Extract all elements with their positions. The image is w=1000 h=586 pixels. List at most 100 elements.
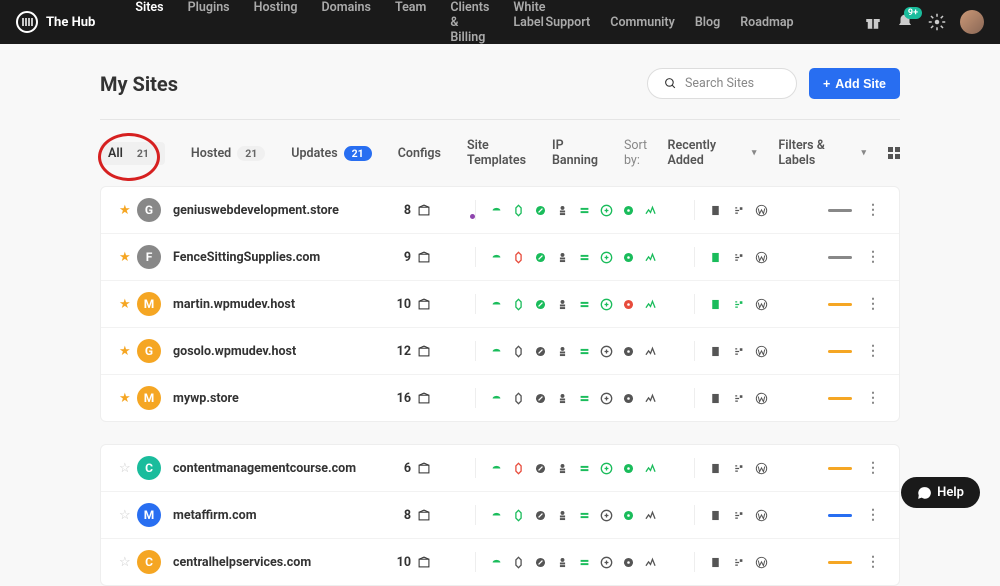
meta-icon bbox=[709, 556, 722, 569]
search-placeholder: Search Sites bbox=[685, 76, 754, 91]
nav-clients-billing[interactable]: Clients & Billing bbox=[450, 0, 489, 45]
plugin-count: 16 bbox=[393, 391, 411, 406]
grid-view-icon[interactable] bbox=[888, 147, 900, 159]
meta-icon bbox=[732, 509, 745, 522]
nav-blog[interactable]: Blog bbox=[695, 15, 720, 30]
divider bbox=[475, 552, 476, 572]
site-name: geniuswebdevelopment.store bbox=[173, 203, 393, 218]
more-icon[interactable]: ⋮ bbox=[866, 460, 881, 476]
brand-logo[interactable]: The Hub bbox=[16, 11, 95, 33]
more-icon[interactable]: ⋮ bbox=[866, 343, 881, 359]
divider bbox=[694, 200, 695, 220]
meta-icons bbox=[709, 251, 779, 264]
service-icons bbox=[490, 392, 680, 405]
service-icons bbox=[490, 556, 680, 569]
divider bbox=[475, 458, 476, 478]
site-row[interactable]: ★Ggeniuswebdevelopment.store8⋮ bbox=[101, 187, 899, 234]
star-icon[interactable]: ★ bbox=[119, 203, 137, 218]
meta-icons bbox=[709, 462, 779, 475]
nav-right: Support Community Blog Roadmap bbox=[546, 15, 844, 30]
service-icon bbox=[534, 509, 547, 522]
service-icon bbox=[490, 556, 503, 569]
service-icon bbox=[556, 251, 569, 264]
tab-configs[interactable]: Configs bbox=[398, 146, 441, 161]
nav-white-label[interactable]: White Label bbox=[513, 0, 545, 45]
service-icon bbox=[512, 298, 525, 311]
gift-icon[interactable] bbox=[864, 13, 882, 31]
service-icon bbox=[644, 345, 657, 358]
more-icon[interactable]: ⋮ bbox=[866, 507, 881, 523]
sort-dropdown[interactable]: Sort by: Recently Added ▾ bbox=[624, 138, 756, 168]
star-icon[interactable]: ★ bbox=[119, 391, 137, 406]
nav-hosting[interactable]: Hosting bbox=[254, 0, 298, 45]
service-icon bbox=[490, 462, 503, 475]
service-icon bbox=[556, 556, 569, 569]
site-name: mywp.store bbox=[173, 391, 393, 406]
nav-roadmap[interactable]: Roadmap bbox=[740, 15, 793, 30]
nav-plugins[interactable]: Plugins bbox=[188, 0, 230, 45]
nav-sites[interactable]: Sites bbox=[135, 0, 163, 45]
service-icon bbox=[534, 298, 547, 311]
site-row[interactable]: ☆Ccentralhelpservices.com10⋮ bbox=[101, 539, 899, 585]
star-icon[interactable]: ★ bbox=[119, 297, 137, 312]
service-icon bbox=[578, 509, 591, 522]
meta-icon bbox=[732, 251, 745, 264]
bell-icon[interactable]: 9+ bbox=[896, 13, 914, 31]
meta-icon bbox=[709, 509, 722, 522]
status-indicator bbox=[828, 303, 852, 306]
tab-hosted[interactable]: Hosted21 bbox=[191, 146, 265, 161]
service-icon bbox=[600, 298, 613, 311]
site-row[interactable]: ★FFenceSittingSupplies.com9⋮ bbox=[101, 234, 899, 281]
divider bbox=[475, 505, 476, 525]
tab-site-templates[interactable]: Site Templates bbox=[467, 138, 526, 168]
service-icon bbox=[622, 345, 635, 358]
star-icon[interactable]: ☆ bbox=[119, 461, 137, 476]
site-row[interactable]: ★Mmywp.store16⋮ bbox=[101, 375, 899, 421]
avatar[interactable] bbox=[960, 10, 984, 34]
service-icon bbox=[622, 556, 635, 569]
more-icon[interactable]: ⋮ bbox=[866, 202, 881, 218]
chevron-down-icon: ▾ bbox=[752, 148, 757, 158]
help-button[interactable]: Help bbox=[901, 477, 980, 508]
service-icons bbox=[490, 251, 680, 264]
star-icon[interactable]: ☆ bbox=[119, 508, 137, 523]
site-row[interactable]: ★Ggosolo.wpmudev.host12⋮ bbox=[101, 328, 899, 375]
star-icon[interactable]: ★ bbox=[119, 344, 137, 359]
nav-team[interactable]: Team bbox=[395, 0, 426, 45]
tab-ip-banning[interactable]: IP Banning bbox=[552, 138, 598, 168]
service-icon bbox=[534, 345, 547, 358]
site-name: FenceSittingSupplies.com bbox=[173, 250, 393, 265]
tab-all[interactable]: All21 bbox=[100, 142, 165, 165]
package-icon bbox=[417, 508, 431, 522]
more-icon[interactable]: ⋮ bbox=[866, 249, 881, 265]
service-icon bbox=[644, 392, 657, 405]
package-icon bbox=[417, 344, 431, 358]
star-icon[interactable]: ☆ bbox=[119, 555, 137, 570]
filters-dropdown[interactable]: Filters & Labels ▾ bbox=[778, 138, 866, 168]
tab-updates[interactable]: Updates21 bbox=[291, 146, 371, 161]
gear-icon[interactable] bbox=[928, 13, 946, 31]
site-row[interactable]: ☆Ccontentmanagementcourse.com6⋮ bbox=[101, 445, 899, 492]
nav-domains[interactable]: Domains bbox=[322, 0, 371, 45]
search-input[interactable]: Search Sites bbox=[647, 68, 797, 99]
site-row[interactable]: ☆Mmetaffirm.com8⋮ bbox=[101, 492, 899, 539]
plugin-count: 8 bbox=[393, 203, 411, 218]
divider bbox=[475, 294, 476, 314]
service-icon bbox=[490, 392, 503, 405]
brand-text: The Hub bbox=[46, 15, 95, 30]
nav-support[interactable]: Support bbox=[546, 15, 591, 30]
service-icon bbox=[622, 462, 635, 475]
site-row[interactable]: ★Mmartin.wpmudev.host10⋮ bbox=[101, 281, 899, 328]
nav-community[interactable]: Community bbox=[610, 15, 675, 30]
meta-icons bbox=[709, 298, 779, 311]
add-site-button[interactable]: + Add Site bbox=[809, 68, 900, 99]
package-icon bbox=[417, 555, 431, 569]
star-icon[interactable]: ★ bbox=[119, 250, 137, 265]
more-icon[interactable]: ⋮ bbox=[866, 296, 881, 312]
more-icon[interactable]: ⋮ bbox=[866, 554, 881, 570]
site-avatar: F bbox=[137, 245, 161, 269]
meta-icon bbox=[732, 345, 745, 358]
more-icon[interactable]: ⋮ bbox=[866, 390, 881, 406]
meta-icon bbox=[732, 298, 745, 311]
service-icon bbox=[644, 204, 657, 217]
